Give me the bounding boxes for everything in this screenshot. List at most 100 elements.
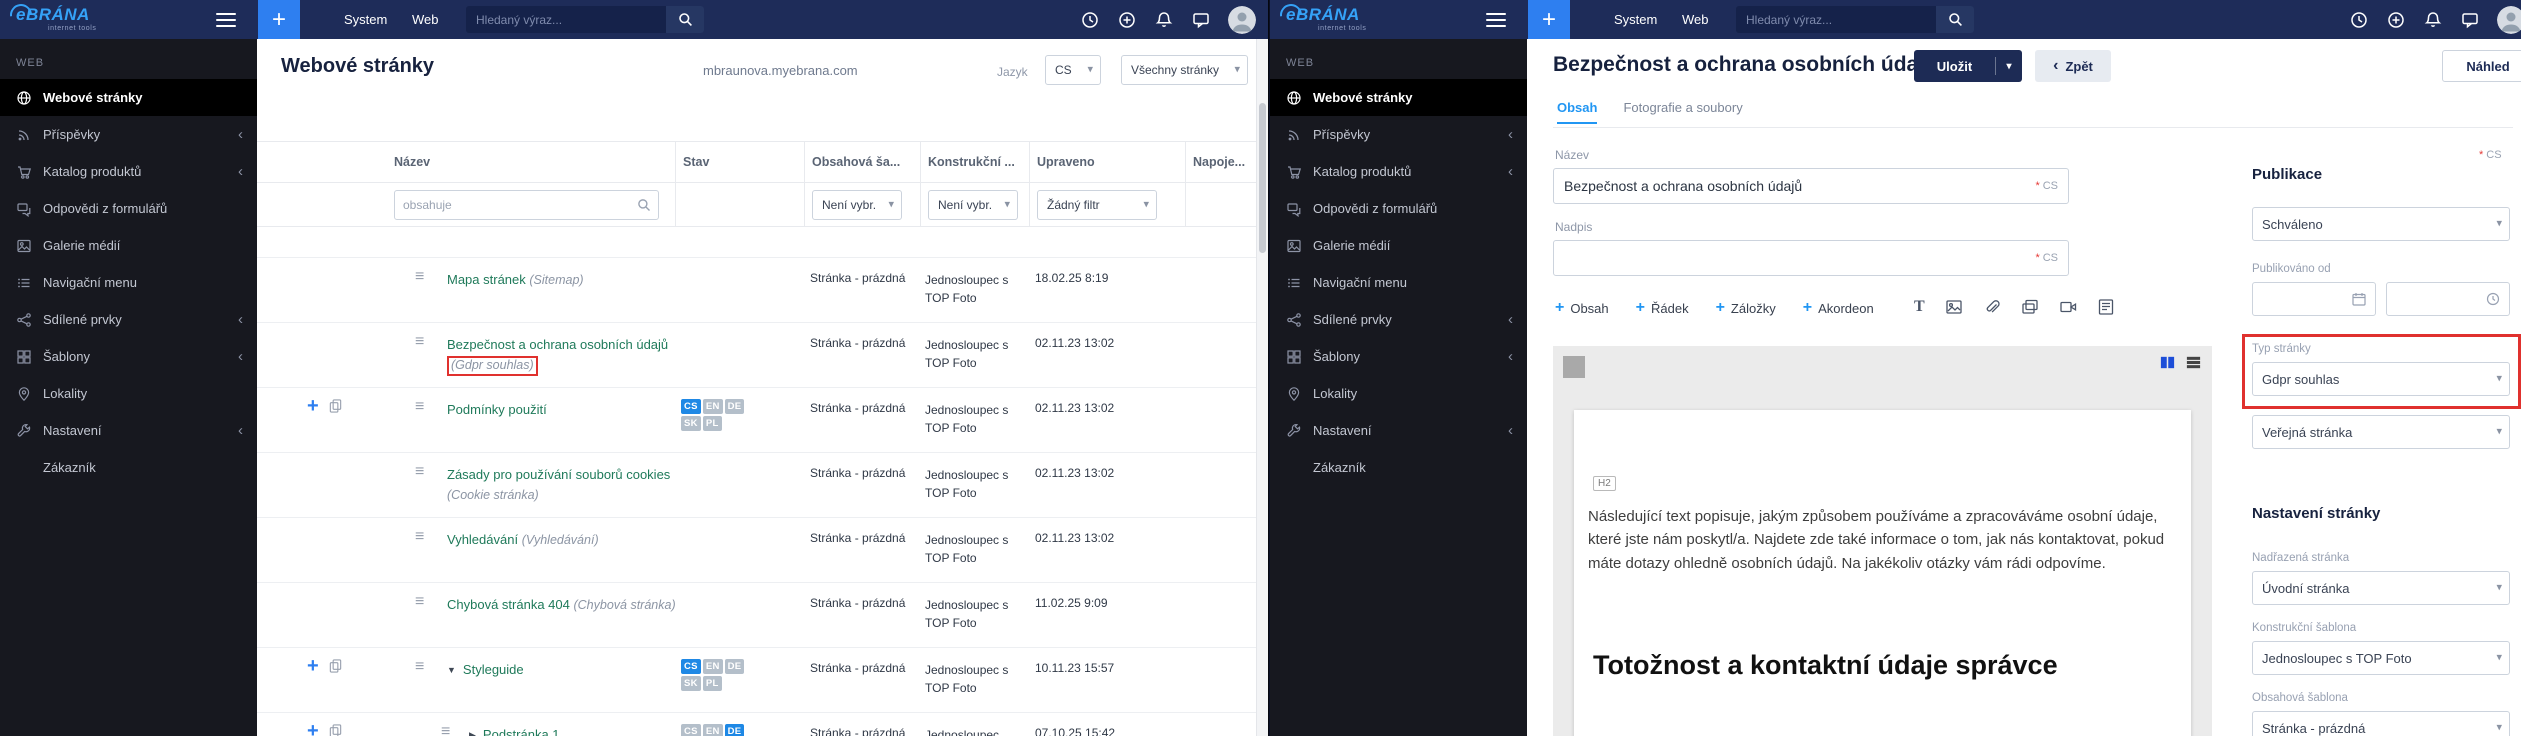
sidebar-item-odpovedi-z-formularu[interactable]: Odpovědi z formulářů [0, 190, 257, 227]
preview-heading[interactable]: Totožnost a kontaktní údaje správce [1593, 650, 2058, 681]
sidebar-item-katalog-produktu[interactable]: Katalog produktů ‹ [0, 153, 257, 190]
visibility-select[interactable]: Veřejná stránka [2252, 415, 2510, 449]
copy-page-icon[interactable] [328, 658, 343, 673]
menu-toggle-icon[interactable] [216, 13, 236, 31]
expand-icon[interactable]: ▶ [469, 730, 476, 736]
published-from-date-input[interactable] [2252, 282, 2376, 316]
page-link[interactable]: Podstránka 1 [483, 727, 560, 736]
add-circle-icon[interactable] [1117, 10, 1137, 30]
chat-icon[interactable] [2460, 10, 2480, 30]
page-link[interactable]: Vyhledávání [447, 532, 518, 547]
construction-template-select[interactable]: Jednosloupec s TOP Foto [2252, 641, 2510, 675]
ebrana-logo[interactable]: eBRÁNA internet tools [1275, 0, 1416, 35]
history-icon[interactable] [2349, 10, 2369, 30]
quick-add-button[interactable]: + [1528, 0, 1570, 39]
layout-rows-icon[interactable] [2185, 354, 2202, 371]
drag-handle-icon[interactable] [415, 593, 424, 611]
user-avatar[interactable] [2497, 5, 2521, 34]
sidebar-item-galerie-medii[interactable]: Galerie médií [1270, 227, 1527, 264]
attachment-icon[interactable] [1983, 298, 2001, 316]
sidebar-item-navigacni-menu[interactable]: Navigační menu [1270, 264, 1527, 301]
page-link[interactable]: Zásady pro používání souborů cookies [447, 467, 670, 482]
form-icon[interactable] [2097, 298, 2115, 316]
copy-page-icon[interactable] [328, 723, 343, 736]
sidebar-item-nastaveni[interactable]: Nastavení ‹ [1270, 412, 1527, 449]
gallery-icon[interactable] [2021, 298, 2039, 316]
sidebar-item-zakaznik[interactable]: Zákazník [0, 449, 257, 486]
quick-add-button[interactable]: + [258, 0, 300, 39]
add-circle-icon[interactable] [2386, 10, 2406, 30]
sidebar-item-webove-stranky[interactable]: Webové stránky [1270, 79, 1527, 116]
tab-fotografie-a-soubory[interactable]: Fotografie a soubory [1623, 100, 1742, 124]
add-akordeon-button[interactable]: Akordeon [1803, 300, 1874, 316]
notifications-icon[interactable] [1154, 10, 1174, 30]
sidebar-item-lokality[interactable]: Lokality [1270, 375, 1527, 412]
page-link[interactable]: Chybová stránka 404 [447, 597, 570, 612]
parent-page-select[interactable]: Úvodní stránka [2252, 571, 2510, 605]
sidebar-item-webove-stranky[interactable]: Webové stránky [0, 79, 257, 116]
menu-toggle-icon[interactable] [1486, 13, 1506, 31]
add-page-icon[interactable] [307, 659, 319, 673]
preview-button[interactable]: Náhled [2442, 50, 2521, 82]
heading-field-input[interactable] [1554, 241, 2068, 275]
drag-handle-icon[interactable] [415, 398, 424, 416]
global-search-input[interactable] [1736, 6, 1936, 33]
block-drag-handle[interactable] [1563, 356, 1585, 378]
save-button[interactable]: Uložit [1914, 50, 2022, 82]
copy-page-icon[interactable] [328, 398, 343, 413]
add-zalozky-button[interactable]: Záložky [1716, 300, 1776, 316]
sidebar-item-navigacni-menu[interactable]: Navigační menu [0, 264, 257, 301]
image-icon[interactable] [1945, 298, 1963, 316]
menu-system[interactable]: System [1614, 0, 1657, 39]
language-select[interactable]: CS [1045, 55, 1101, 85]
add-radek-button[interactable]: Řádek [1636, 300, 1689, 316]
drag-handle-icon[interactable] [415, 463, 424, 481]
ebrana-logo[interactable]: eBRÁNA internet tools [5, 0, 146, 35]
pages-filter-select[interactable]: Všechny stránky [1121, 55, 1248, 85]
sidebar-item-sdilene-prvky[interactable]: Sdílené prvky ‹ [1270, 301, 1527, 338]
drag-handle-icon[interactable] [441, 723, 450, 736]
sidebar-item-odpovedi-z-formularu[interactable]: Odpovědi z formulářů [1270, 190, 1527, 227]
tab-obsah[interactable]: Obsah [1557, 100, 1598, 124]
drag-handle-icon[interactable] [415, 528, 424, 546]
page-link[interactable]: Styleguide [463, 662, 524, 677]
sidebar-item-prispevky[interactable]: Příspěvky ‹ [0, 116, 257, 153]
notifications-icon[interactable] [2423, 10, 2443, 30]
content-template-select[interactable]: Stránka - prázdná [2252, 711, 2510, 736]
page-link[interactable]: Mapa stránek [447, 272, 526, 287]
construction-filter-select[interactable]: Není vybr. [928, 190, 1018, 220]
user-avatar[interactable] [1228, 5, 1256, 34]
back-button[interactable]: Zpět [2035, 50, 2111, 82]
sidebar-item-galerie-medii[interactable]: Galerie médií [0, 227, 257, 264]
sidebar-item-sablony[interactable]: Šablony ‹ [1270, 338, 1527, 375]
drag-handle-icon[interactable] [415, 333, 424, 351]
preview-paragraph[interactable]: Následující text popisuje, jakým způsobe… [1588, 505, 2174, 575]
page-link[interactable]: Bezpečnost a ochrana osobních údajů [447, 337, 668, 352]
vertical-scrollbar[interactable] [1256, 39, 1268, 736]
sidebar-item-prispevky[interactable]: Příspěvky ‹ [1270, 116, 1527, 153]
page-canvas[interactable]: H2 Následující text popisuje, jakým způs… [1574, 410, 2191, 736]
search-button[interactable] [1936, 6, 1974, 33]
sidebar-item-sablony[interactable]: Šablony ‹ [0, 338, 257, 375]
drag-handle-icon[interactable] [415, 268, 424, 286]
search-button[interactable] [666, 6, 704, 33]
sidebar-item-lokality[interactable]: Lokality [0, 375, 257, 412]
collapse-icon[interactable]: ▼ [447, 665, 456, 675]
page-link[interactable]: Podmínky použití [447, 402, 547, 417]
global-search-input[interactable] [466, 6, 666, 33]
sidebar-item-zakaznik[interactable]: Zákazník [1270, 449, 1527, 486]
menu-web[interactable]: Web [412, 0, 439, 39]
add-page-icon[interactable] [307, 399, 319, 413]
name-filter-input[interactable] [395, 198, 630, 212]
sidebar-item-sdilene-prvky[interactable]: Sdílené prvky ‹ [0, 301, 257, 338]
page-type-select[interactable]: Gdpr souhlas [2252, 362, 2510, 396]
video-icon[interactable] [2059, 298, 2077, 316]
text-icon[interactable]: T [1914, 298, 1925, 316]
sidebar-item-katalog-produktu[interactable]: Katalog produktů ‹ [1270, 153, 1527, 190]
menu-web[interactable]: Web [1682, 0, 1709, 39]
layout-columns-icon[interactable] [2159, 354, 2176, 371]
published-from-time-input[interactable] [2386, 282, 2510, 316]
scrollbar-thumb[interactable] [1259, 103, 1266, 253]
drag-handle-icon[interactable] [415, 658, 424, 676]
sidebar-item-nastaveni[interactable]: Nastavení ‹ [0, 412, 257, 449]
